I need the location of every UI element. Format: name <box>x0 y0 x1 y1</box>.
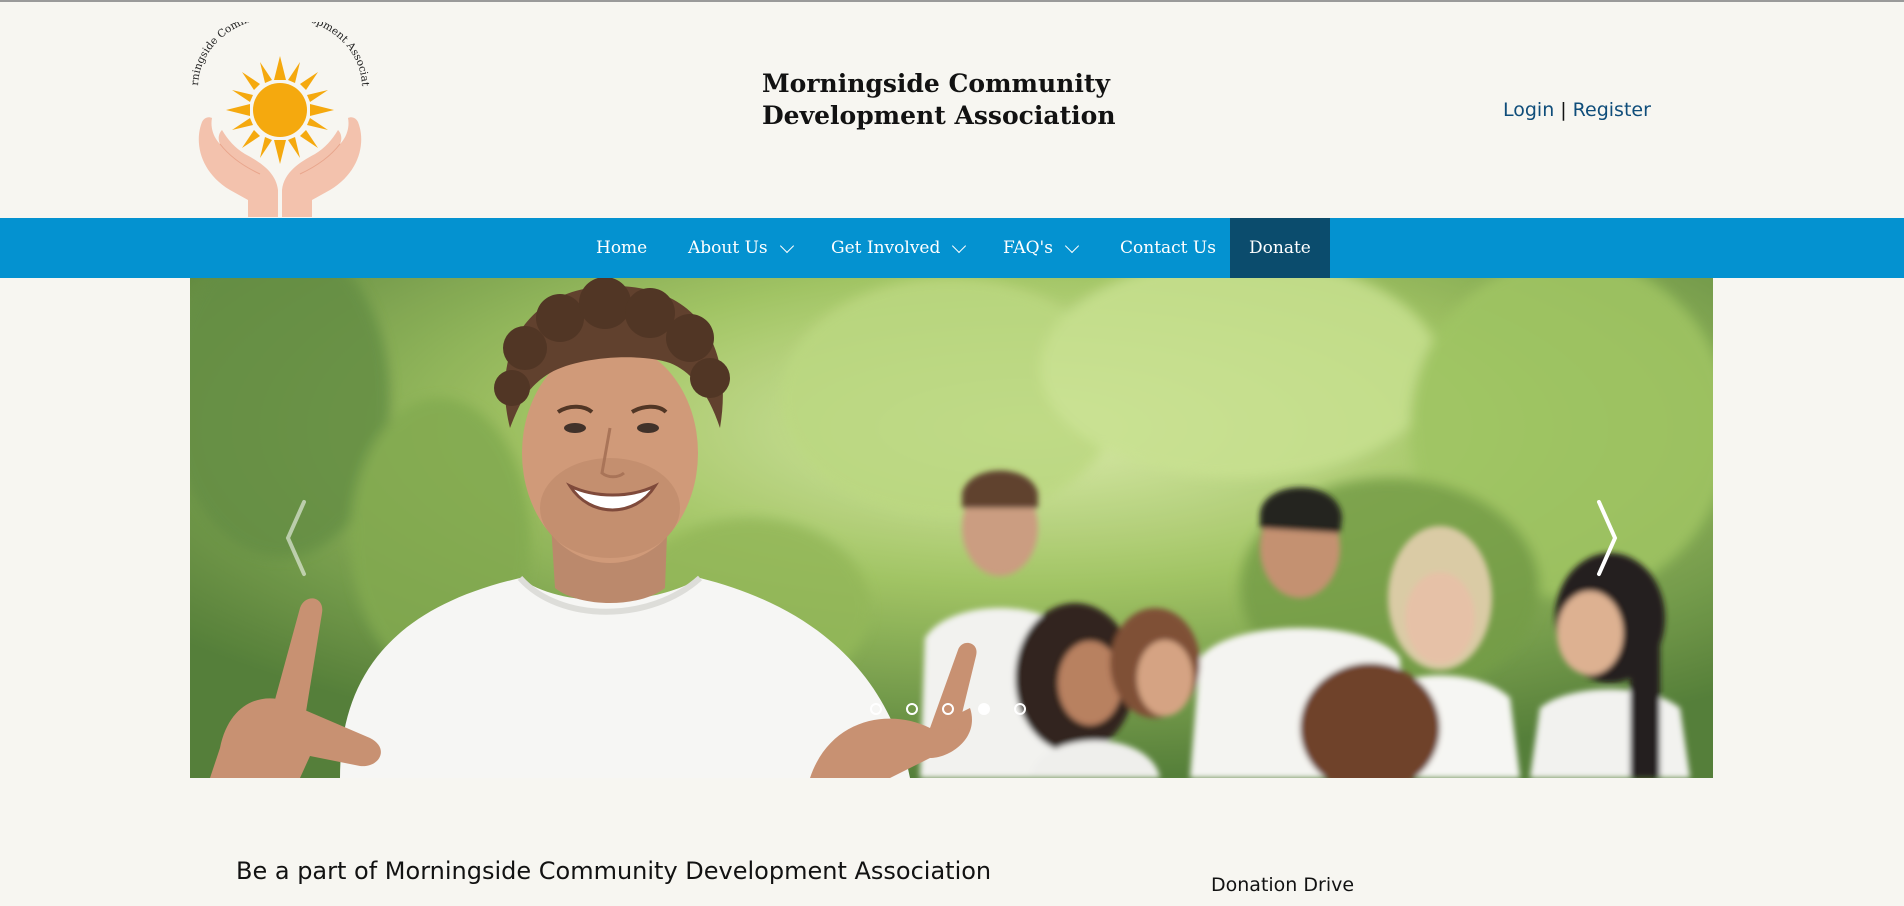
hero-slider[interactable] <box>190 278 1713 778</box>
register-link[interactable]: Register <box>1573 99 1651 121</box>
site-title-line2: Development Association <box>762 101 1116 130</box>
slider-dot-4-active[interactable] <box>978 703 990 715</box>
nav-item-get-involved[interactable]: Get Involved <box>831 218 967 278</box>
slider-dot-3[interactable] <box>942 703 954 715</box>
slider-dot-1[interactable] <box>870 703 882 715</box>
sun-in-hands-logo-icon: Morningside Community Development Associ… <box>185 8 371 217</box>
slider-dot-2[interactable] <box>906 703 918 715</box>
page: Morningside Community Development Associ… <box>0 0 1904 906</box>
logo[interactable]: Morningside Community Development Associ… <box>185 8 371 217</box>
volunteers-group-photo <box>190 278 1713 778</box>
auth-links: Login | Register <box>1503 99 1651 121</box>
nav-item-label: FAQ's <box>1003 238 1053 258</box>
chevron-down-icon <box>1064 238 1080 254</box>
header: Morningside Community Development Associ… <box>0 2 1904 218</box>
slider-dot-5[interactable] <box>1014 703 1026 715</box>
main-nav: Home About Us Get Involved FAQ's Contact… <box>0 218 1904 278</box>
login-link[interactable]: Login <box>1503 99 1554 121</box>
nav-item-label: Contact Us <box>1120 238 1216 258</box>
intro-heading: Be a part of Morningside Community Devel… <box>236 857 992 885</box>
slider-prev-button[interactable] <box>282 498 312 578</box>
slider-next-button[interactable] <box>1591 498 1621 578</box>
site-title[interactable]: Morningside Community Development Associ… <box>762 68 1142 132</box>
chevron-down-icon <box>952 238 967 254</box>
nav-item-contact-us[interactable]: Contact Us <box>1120 218 1216 278</box>
nav-item-faqs[interactable]: FAQ's <box>1003 218 1080 278</box>
nav-item-label: About Us <box>688 238 768 258</box>
chevron-down-icon <box>779 238 794 254</box>
chevron-left-icon <box>285 500 306 576</box>
nav-item-label: Get Involved <box>831 238 941 258</box>
donate-label: Donate <box>1249 238 1311 258</box>
donation-drive-heading: Donation Drive <box>1211 874 1355 896</box>
auth-separator: | <box>1560 99 1567 121</box>
nav-item-label: Home <box>596 238 648 258</box>
nav-item-about-us[interactable]: About Us <box>688 218 794 278</box>
site-title-line1: Morningside Community <box>762 69 1110 98</box>
donate-button[interactable]: Donate <box>1230 218 1330 278</box>
chevron-right-icon <box>1597 500 1618 576</box>
nav-item-home[interactable]: Home <box>596 218 647 278</box>
